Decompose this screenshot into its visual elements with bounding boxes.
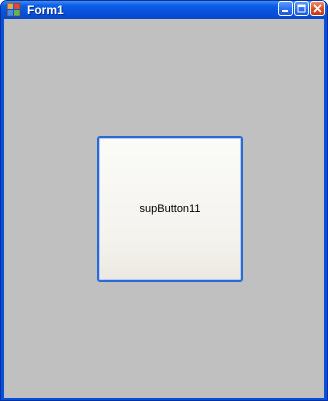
- window-title: Form1: [27, 3, 64, 17]
- sup-button[interactable]: supButton11: [97, 136, 243, 282]
- sup-button-label: supButton11: [139, 203, 201, 215]
- app-window: Form1 supButton11: [0, 0, 328, 401]
- form-client-area: supButton11: [4, 19, 324, 398]
- title-bar[interactable]: Form1: [1, 1, 327, 19]
- maximize-button[interactable]: [294, 1, 309, 16]
- close-button[interactable]: [310, 1, 325, 16]
- form-app-icon[interactable]: [7, 3, 21, 17]
- minimize-button[interactable]: [278, 1, 293, 16]
